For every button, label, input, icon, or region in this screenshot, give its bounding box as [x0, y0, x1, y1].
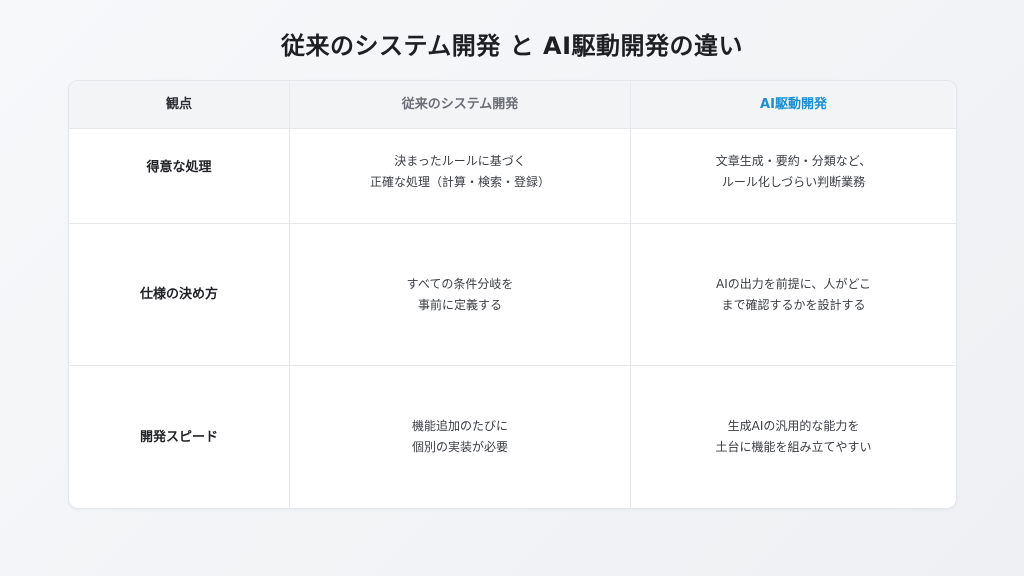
row-label-speed: 開発スピード: [69, 366, 290, 508]
cell-traditional-spec: すべての条件分岐を 事前に定義する: [290, 224, 631, 366]
cell-ai-speed: 生成AIの汎用的な能力を 土台に機能を組み立てやすい: [715, 419, 872, 454]
row-label-strength: 得意な処理: [69, 129, 290, 224]
comparison-table: 観点 従来のシステム開発 AI駆動開発 得意な処理 決まったルールに基づく 正確…: [68, 80, 957, 509]
header-viewpoint: 観点: [69, 81, 290, 129]
cell-traditional-strength: 決まったルールに基づく 正確な処理（計算・検索・登録）: [290, 129, 631, 224]
header-ai: AI駆動開発: [631, 81, 956, 129]
cell-traditional-speed: 機能追加のたびに 個別の実装が必要: [290, 366, 631, 508]
row-label-spec: 仕様の決め方: [69, 224, 290, 366]
cell-ai-strength: 文章生成・要約・分類など、 ルール化しづらい判断業務: [631, 129, 956, 224]
header-traditional: 従来のシステム開発: [290, 81, 631, 129]
page-title: 従来のシステム開発 と AI駆動開発の違い: [281, 32, 743, 60]
cell-ai-spec: AIの出力を前提に、人がどこ まで確認するかを設計する: [631, 224, 956, 366]
